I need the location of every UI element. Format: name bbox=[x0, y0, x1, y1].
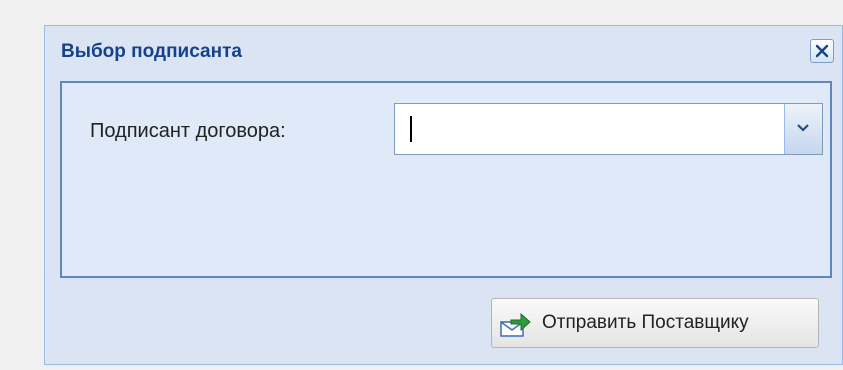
form-panel: Подписант договора: bbox=[60, 81, 832, 278]
signer-dropdown-trigger[interactable] bbox=[784, 104, 822, 154]
close-button[interactable] bbox=[810, 39, 834, 63]
signer-input[interactable] bbox=[395, 104, 784, 154]
send-envelope-icon bbox=[500, 312, 531, 337]
send-to-supplier-button[interactable]: Отправить Поставщику bbox=[491, 298, 819, 348]
dialog-title: Выбор подписанта bbox=[61, 41, 242, 62]
signer-dialog: Выбор подписанта Подписант договора: Отп… bbox=[44, 25, 843, 365]
close-icon bbox=[815, 44, 829, 58]
chevron-down-icon bbox=[797, 124, 809, 132]
signer-label: Подписант договора: bbox=[90, 120, 286, 142]
send-button-label: Отправить Поставщику bbox=[542, 312, 749, 333]
text-caret bbox=[410, 116, 412, 142]
signer-combobox[interactable] bbox=[394, 103, 823, 155]
